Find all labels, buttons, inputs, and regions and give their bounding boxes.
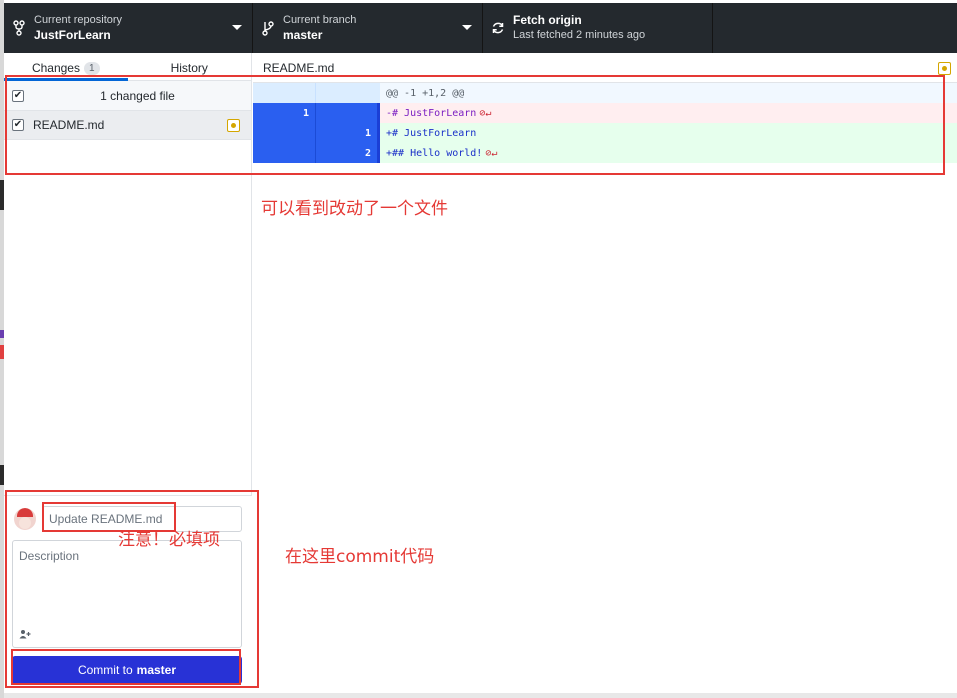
changed-files-count: 1 changed file: [100, 88, 175, 103]
no-newline-icon: ⊘↵: [485, 147, 498, 159]
old-line-number: [253, 83, 315, 103]
fetch-origin-button[interactable]: Fetch origin Last fetched 2 minutes ago: [483, 3, 713, 53]
diff-line-text: +# JustForLearn: [377, 123, 957, 143]
tab-history[interactable]: History: [128, 53, 252, 80]
commit-description-box: [12, 540, 242, 648]
diff-line-text: -# JustForLearn ⊘↵: [377, 103, 957, 123]
branch-selector[interactable]: Current branch master: [253, 3, 483, 53]
chevron-down-icon: [232, 25, 242, 30]
fetch-label: Fetch origin: [513, 13, 582, 27]
old-line-number: 1: [253, 103, 315, 123]
commit-button-prefix: Commit to: [77, 663, 133, 677]
chevron-down-icon: [462, 25, 472, 30]
diff-view[interactable]: @@ -1 +1,2 @@ 1 -# JustForLearn ⊘↵ 1 +# J…: [253, 83, 957, 163]
diff-file-header: README.md: [253, 53, 957, 83]
tab-changes[interactable]: Changes 1: [4, 53, 128, 81]
annotation-commit-note: 在这里commit代码: [285, 547, 435, 567]
changes-count-badge: 1: [83, 61, 100, 75]
diff-line-content: +# JustForLearn: [386, 127, 477, 139]
repo-icon: [12, 20, 26, 36]
sidebar-tabs: Changes 1 History: [4, 53, 251, 81]
select-all-checkbox[interactable]: ✔: [12, 89, 24, 102]
file-name: README.md: [33, 118, 105, 132]
add-coauthor-icon[interactable]: [19, 629, 31, 641]
repository-selector[interactable]: Current repository JustForLearn: [4, 3, 253, 53]
diff-hunk-header: @@ -1 +1,2 @@: [253, 83, 957, 103]
branch-label: Current branch: [283, 14, 357, 26]
file-list-item[interactable]: ✔ README.md: [4, 111, 251, 140]
diff-file-name: README.md: [263, 60, 335, 75]
no-newline-icon: ⊘↵: [479, 107, 492, 119]
modified-icon: [938, 62, 951, 75]
new-line-number: [315, 83, 377, 103]
branch-name: master: [283, 28, 323, 42]
diff-line-content: +## Hello world!: [386, 147, 483, 159]
sync-icon: [491, 20, 505, 36]
diff-line-content: -# JustForLearn: [386, 107, 477, 119]
repository-name: JustForLearn: [34, 28, 111, 42]
modified-icon: [227, 118, 240, 132]
new-line-number: 1: [315, 123, 377, 143]
commit-button-branch: master: [136, 663, 177, 677]
branch-icon: [261, 20, 275, 36]
diff-line-text: +## Hello world! ⊘↵: [377, 143, 957, 163]
new-line-number: [315, 103, 377, 123]
diff-panel: README.md @@ -1 +1,2 @@ 1 -# JustForLear…: [253, 53, 957, 693]
avatar: [14, 508, 36, 530]
diff-line-added[interactable]: 1 +# JustForLearn: [253, 123, 957, 143]
old-line-number: [253, 123, 315, 143]
diff-line-deleted[interactable]: 1 -# JustForLearn ⊘↵: [253, 103, 957, 123]
toolbar: Current repository JustForLearn Current …: [4, 3, 957, 53]
tab-history-label: History: [170, 61, 208, 75]
diff-line-added[interactable]: 2 +## Hello world! ⊘↵: [253, 143, 957, 163]
background-window-edge: [4, 693, 957, 698]
file-checkbox[interactable]: ✔: [12, 119, 24, 131]
annotation-diff-note: 可以看到改动了一个文件: [261, 199, 448, 219]
old-line-number: [253, 143, 315, 163]
changed-files-header: ✔ 1 changed file: [4, 81, 251, 111]
commit-button[interactable]: Commit to master: [12, 656, 242, 684]
commit-description-input[interactable]: [13, 541, 241, 625]
fetch-status: Last fetched 2 minutes ago: [513, 29, 646, 41]
annotation-required-note: 注意！必填项: [118, 530, 220, 550]
tab-changes-label: Changes: [31, 61, 80, 75]
github-desktop-window: Current repository JustForLearn Current …: [0, 0, 957, 698]
repository-label: Current repository: [34, 14, 123, 26]
hunk-text: @@ -1 +1,2 @@: [377, 83, 957, 103]
new-line-number: 2: [315, 143, 377, 163]
